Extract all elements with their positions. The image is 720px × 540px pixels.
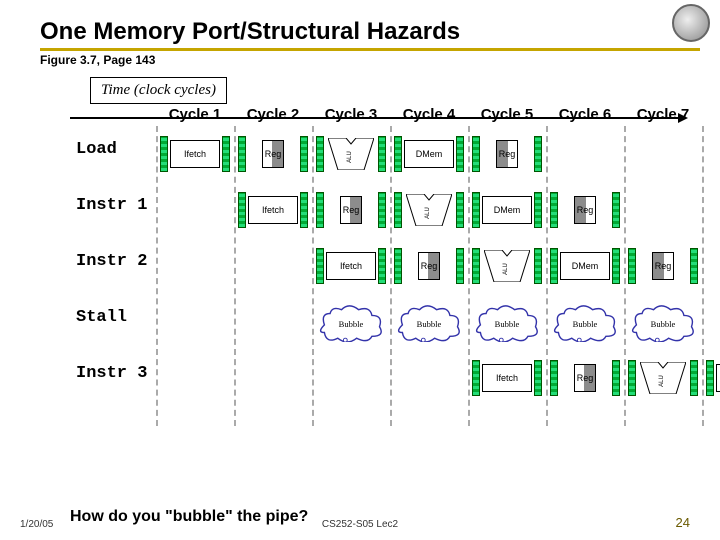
svg-text:ALU: ALU: [425, 207, 431, 219]
stage-dmem: DMem: [400, 136, 458, 172]
pipeline-row: Stall Bubble Bubble Bubble Bubble Bubble: [70, 300, 710, 350]
stage-reg: Reg: [634, 248, 692, 284]
footer-date: 1/20/05: [20, 519, 53, 530]
stage-reg: Reg: [400, 248, 458, 284]
stage-reg: Reg: [556, 360, 614, 396]
stage-ifetch: Ifetch: [244, 192, 302, 228]
vertical-letter: O: [0, 252, 6, 272]
cycle-header: Cycle 2: [234, 106, 312, 123]
cycle-header: Cycle 1: [156, 106, 234, 123]
stage-alu: ALU: [478, 248, 536, 284]
bubble-icon: Bubble: [472, 304, 542, 342]
pipeline-row: Instr 3IfetchReg ALU DMemReg: [70, 356, 710, 406]
row-label: Instr 3: [76, 364, 147, 383]
time-label: Time (clock cycles): [90, 77, 227, 104]
footer-page: 24: [676, 515, 690, 530]
stage-ifetch: Ifetch: [322, 248, 380, 284]
bubble-icon: Bubble: [316, 304, 386, 342]
cycle-header: Cycle 5: [468, 106, 546, 123]
vertical-letter: d: [0, 292, 6, 312]
vertical-letter: r.: [0, 214, 6, 234]
stage-dmem: DMem: [556, 248, 614, 284]
time-axis: Time (clock cycles): [0, 77, 720, 104]
svg-text:ALU: ALU: [503, 263, 509, 275]
row-label: Instr 1: [76, 196, 147, 215]
pipeline-diagram: Instr.Order Cycle 1Cycle 2Cycle 3Cycle 4…: [18, 106, 710, 426]
footer-course: CS252-S05 Lec2: [322, 519, 398, 530]
row-label: Load: [76, 140, 117, 159]
pipeline-row: Load Ifetch Reg ALU DMem Reg: [70, 132, 710, 182]
pipeline-row: Instr 2 Ifetch Reg ALU DMem Reg: [70, 244, 710, 294]
bubble-icon: Bubble: [628, 304, 698, 342]
stage-dmem: DMem: [478, 192, 536, 228]
seal-logo: [672, 4, 710, 42]
svg-text:Bubble: Bubble: [495, 319, 520, 329]
bubble-icon: Bubble: [394, 304, 464, 342]
page-title: One Memory Port/Structural Hazards: [0, 0, 720, 48]
svg-text:Bubble: Bubble: [573, 319, 598, 329]
bubble-icon: Bubble: [550, 304, 620, 342]
stage-reg: Reg: [478, 136, 536, 172]
stage-ifetch: Ifetch: [478, 360, 536, 396]
stage-dmem: DMem: [712, 360, 720, 396]
cycle-header: Cycle 7: [624, 106, 702, 123]
svg-text:Bubble: Bubble: [417, 319, 442, 329]
stage-ifetch: Ifetch: [166, 136, 224, 172]
svg-text:ALU: ALU: [659, 375, 665, 387]
vertical-letter: t: [0, 194, 6, 214]
svg-text:Bubble: Bubble: [651, 319, 676, 329]
vertical-letter: r: [0, 332, 6, 352]
cycle-header: Cycle 4: [390, 106, 468, 123]
stage-reg: Reg: [322, 192, 380, 228]
cycle-header: Cycle 6: [546, 106, 624, 123]
stage-reg: Reg: [556, 192, 614, 228]
stage-alu: ALU: [400, 192, 458, 228]
figure-subtitle: Figure 3.7, Page 143: [0, 51, 720, 73]
stage-alu: ALU: [634, 360, 692, 396]
svg-text:Bubble: Bubble: [339, 319, 364, 329]
stage-alu: ALU: [322, 136, 380, 172]
svg-text:ALU: ALU: [347, 151, 353, 163]
row-label: Stall: [76, 308, 127, 327]
vertical-letter: r: [0, 272, 6, 292]
stage-reg: Reg: [244, 136, 302, 172]
instr-order-label: Instr. Order: [0, 134, 6, 352]
row-label: Instr 2: [76, 252, 147, 271]
vertical-letter: s: [0, 174, 6, 194]
vertical-letter: I: [0, 134, 6, 154]
vertical-letter: e: [0, 312, 6, 332]
pipeline-row: Instr 1 Ifetch Reg ALU DMem Reg: [70, 188, 710, 238]
vertical-letter: n: [0, 154, 6, 174]
cycle-header: Cycle 3: [312, 106, 390, 123]
question-text: How do you "bubble" the pipe?: [70, 508, 308, 526]
